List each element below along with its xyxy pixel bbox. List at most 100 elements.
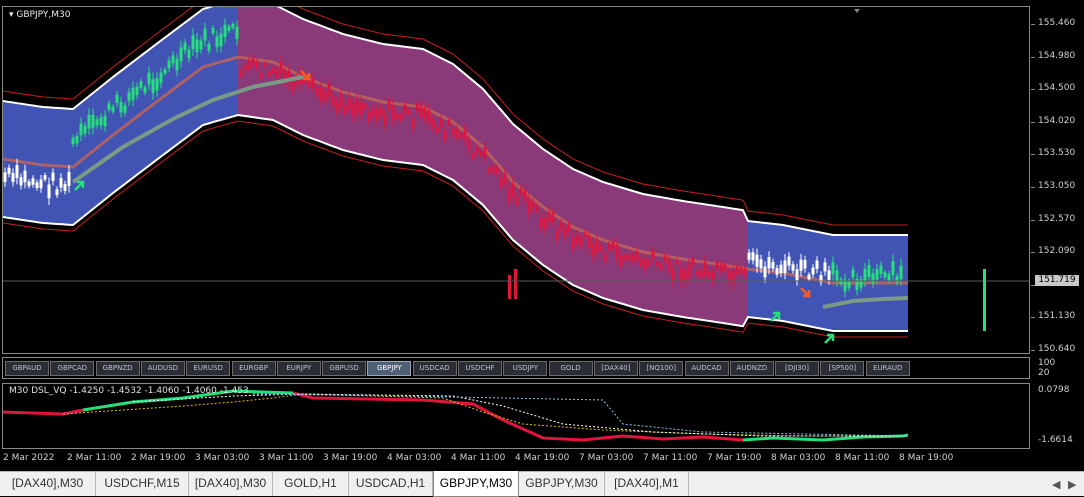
time-tick-label: 3 Mar 03:00 <box>195 453 250 463</box>
candle-body <box>479 151 483 156</box>
indicator-level-axis: 100 20 <box>1031 357 1084 379</box>
symbol-button-audnzd[interactable]: AUDNZD <box>729 361 774 376</box>
candle-body <box>439 119 443 128</box>
candle-body <box>147 72 151 85</box>
candle-body <box>223 24 227 37</box>
candle-body <box>139 81 143 88</box>
oscillator-panel[interactable]: M30 DSL_VQ -1.4250 -1.4532 -1.4060 -1.40… <box>2 383 1030 449</box>
candle-body <box>623 255 627 260</box>
time-tick-label: 3 Mar 11:00 <box>259 453 314 463</box>
candle-body <box>359 102 363 116</box>
candle-body <box>43 175 47 180</box>
candle-body <box>755 254 759 267</box>
symbol-button-gbpnzd[interactable]: GBPNZD <box>95 361 140 376</box>
candle-body <box>675 259 679 264</box>
candle-body <box>319 87 323 101</box>
candle-body <box>599 245 603 251</box>
symbol-button-sp500[interactable]: [SP500] <box>820 361 865 376</box>
price-axis[interactable]: 155.460 154.980 154.500 154.020 153.530 153.0… <box>1031 6 1084 354</box>
candle-body <box>291 80 295 92</box>
symbol-button-dax40[interactable]: [DAX40] <box>593 361 638 376</box>
candle-body <box>179 47 183 62</box>
candle-body <box>151 79 155 93</box>
symbol-button-usdjpy[interactable]: USDJPY <box>503 361 548 376</box>
candle-body <box>887 274 891 281</box>
symbol-button-usdcad[interactable]: USDCAD <box>412 361 457 376</box>
tab-scroll-right-icon[interactable]: ▶ <box>1068 478 1076 491</box>
time-tick-label: 4 Mar 19:00 <box>515 453 570 463</box>
candle-body <box>23 170 27 183</box>
symbol-button-audusd[interactable]: AUDUSD <box>140 361 185 376</box>
candle-body <box>243 65 247 71</box>
chart-tab-4[interactable]: GOLD,H1 <box>273 472 349 496</box>
time-tick-label: 7 Mar 03:00 <box>579 453 634 463</box>
candle-body <box>415 103 419 112</box>
chart-tab-2[interactable]: USDCHF,M15 <box>96 472 189 496</box>
candle-body <box>11 172 15 182</box>
candle-body <box>771 262 775 269</box>
candle-body <box>603 253 607 262</box>
candle-body <box>667 260 671 271</box>
candle-body <box>315 87 319 96</box>
oscillator-level-line-white <box>132 393 908 437</box>
symbol-button-gbpusd[interactable]: GBPUSD <box>322 361 367 376</box>
chart-tab-8[interactable]: [DAX40],M1 <box>605 472 689 496</box>
symbol-button-euraud[interactable]: EURAUD <box>865 361 910 376</box>
candle-body <box>199 40 203 50</box>
candle-body <box>719 264 723 272</box>
candle-body <box>447 119 451 126</box>
symbol-button-eurjpy[interactable]: EURJPY <box>276 361 321 376</box>
candle-body <box>63 184 67 191</box>
candle-body <box>435 127 439 133</box>
candle-body <box>487 168 491 173</box>
symbol-button-gbpcad[interactable]: GBPCAD <box>50 361 95 376</box>
oscillator-title: M30 DSL_VQ -1.4250 -1.4532 -1.4060 -1.40… <box>9 386 249 396</box>
chart-tab-3[interactable]: [DAX40],M30 <box>189 472 273 496</box>
candle-body <box>259 72 263 79</box>
tab-scroll-left-icon[interactable]: ◀ <box>1052 478 1060 491</box>
candle-body <box>831 262 835 275</box>
symbol-button-gold[interactable]: GOLD <box>548 361 593 376</box>
candle-body <box>167 60 171 69</box>
price-chart[interactable]: ▾ GBPJPY,M30 <box>2 6 1030 354</box>
oscillator-level-line-yellow <box>62 393 908 437</box>
chart-tab-6[interactable]: GBPJPY,M30 <box>433 471 519 497</box>
price-tick-label: 151.130 <box>1038 311 1076 322</box>
chart-tab-7[interactable]: GBPJPY,M30 <box>519 472 605 496</box>
symbol-button-eurusd[interactable]: EURUSD <box>186 361 231 376</box>
candle-body <box>514 269 517 299</box>
candle-body <box>551 211 555 223</box>
chart-tab-5[interactable]: USDCAD,H1 <box>349 472 433 496</box>
symbol-button-gbpjpy[interactable]: GBPJPY <box>367 361 412 376</box>
price-tick-mark <box>1031 252 1035 254</box>
candle-body <box>639 259 643 266</box>
candle-body <box>427 110 431 124</box>
time-axis[interactable]: 2 Mar 2022 2 Mar 11:00 2 Mar 19:00 3 Mar 03… <box>0 450 1084 470</box>
price-tick-mark <box>1031 154 1035 156</box>
candle-body <box>267 71 271 77</box>
candle-body <box>679 267 683 282</box>
chart-tab-1[interactable]: [DAX40],M30 <box>0 472 96 496</box>
oscillator-axis[interactable]: 0.0798 -1.6614 <box>1031 383 1084 449</box>
candle-body <box>307 80 311 88</box>
candle-body <box>123 105 127 113</box>
symbol-button-gbpaud[interactable]: GBPAUD <box>5 361 49 376</box>
candle-body <box>195 39 199 53</box>
symbol-button-audcad[interactable]: AUDCAD <box>684 361 729 376</box>
symbol-button-dji30[interactable]: [DJI30] <box>775 361 820 376</box>
price-tick-mark <box>1031 350 1035 351</box>
symbol-button-nq100[interactable]: [NQ100] <box>639 361 684 376</box>
candle-body <box>651 250 655 260</box>
candle-body <box>7 167 11 175</box>
candle-body <box>823 262 827 272</box>
symbol-button-eurgbp[interactable]: EURGBP <box>231 361 276 376</box>
price-tick-label: 154.020 <box>1038 115 1076 126</box>
candle-body <box>508 275 511 299</box>
candle-body <box>395 113 399 120</box>
chart-menu-icon[interactable]: ▾ <box>9 10 14 20</box>
symbol-button-usdchf[interactable]: USDCHF <box>458 361 502 376</box>
candle-body <box>575 234 579 244</box>
price-tick-label: 153.530 <box>1038 148 1076 159</box>
price-tick-mark <box>1031 317 1035 319</box>
price-tick-label: 155.460 <box>1038 18 1076 28</box>
